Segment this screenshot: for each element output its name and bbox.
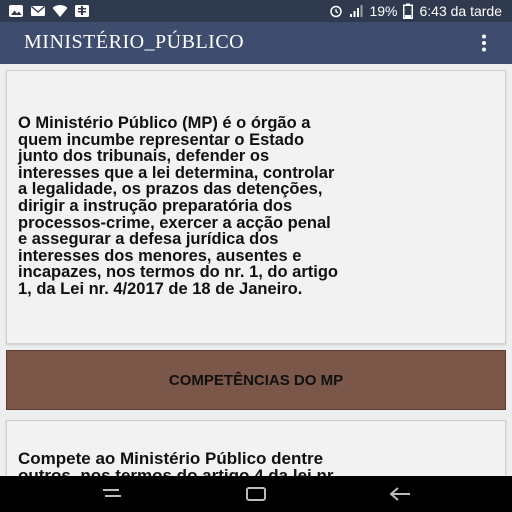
intro-line: dirigir a instrução preparatória dos [18,196,293,215]
intro-line: processos-crime, exercer a acção penal [18,213,331,232]
battery-percentage: 19% [369,3,398,19]
intro-line: interesses dos menores, ausentes e [18,246,302,265]
intro-line: 1, da Lei nr. 4/2017 de 18 de Janeiro. [18,279,303,298]
home-icon[interactable] [244,485,268,503]
intro-text: O Ministério Público (MP) é o órgão a qu… [18,115,498,298]
navigation-bar [0,476,512,512]
intro-line: O Ministério Público (MP) é o órgão a [18,114,311,132]
mail-icon [31,5,45,16]
battery-icon [403,3,414,19]
wifi-icon [52,5,68,17]
recent-apps-icon[interactable] [100,485,124,503]
app-title: MINISTÉRIO_PÚBLICO [24,31,245,53]
photo-icon [9,5,23,17]
system-status: 19% 6:43 da tarde [329,0,502,22]
intro-line: e assegurar a defesa jurídica dos [18,230,279,249]
compete-text: Compete ao Ministério Público dentre out… [18,450,503,476]
compete-card: Compete ao Ministério Público dentre out… [6,420,506,476]
back-icon[interactable] [388,485,412,503]
status-bar: 19% 6:43 da tarde [0,0,512,22]
more-vert-icon[interactable] [474,33,494,53]
image-icon [75,5,89,17]
compete-line: outros, nos termos do artigo 4 da lei nr… [18,466,338,476]
competencias-button[interactable]: COMPETÊNCIAS DO MP [6,350,506,410]
intro-line: a legalidade, os prazos das detenções, [18,180,323,199]
intro-line: junto dos tribunais, defender os [18,147,270,166]
intro-line: interesses que a lei determina, controla… [18,163,335,182]
intro-card: O Ministério Público (MP) é o órgão a qu… [6,70,506,344]
app-bar: MINISTÉRIO_PÚBLICO [0,22,512,64]
intro-line: quem incumbe representar o Estado [18,130,305,149]
content-scroll[interactable]: O Ministério Público (MP) é o órgão a qu… [0,64,512,476]
intro-line: incapazes, nos termos do nr. 1, do artig… [18,263,338,282]
compete-line: Compete ao Ministério Público dentre [18,449,324,468]
clock: 6:43 da tarde [419,3,502,19]
notification-icons [8,3,90,19]
alarm-icon [330,5,343,18]
competencias-button-label: COMPETÊNCIAS DO MP [168,371,344,389]
signal-icon [350,5,363,17]
